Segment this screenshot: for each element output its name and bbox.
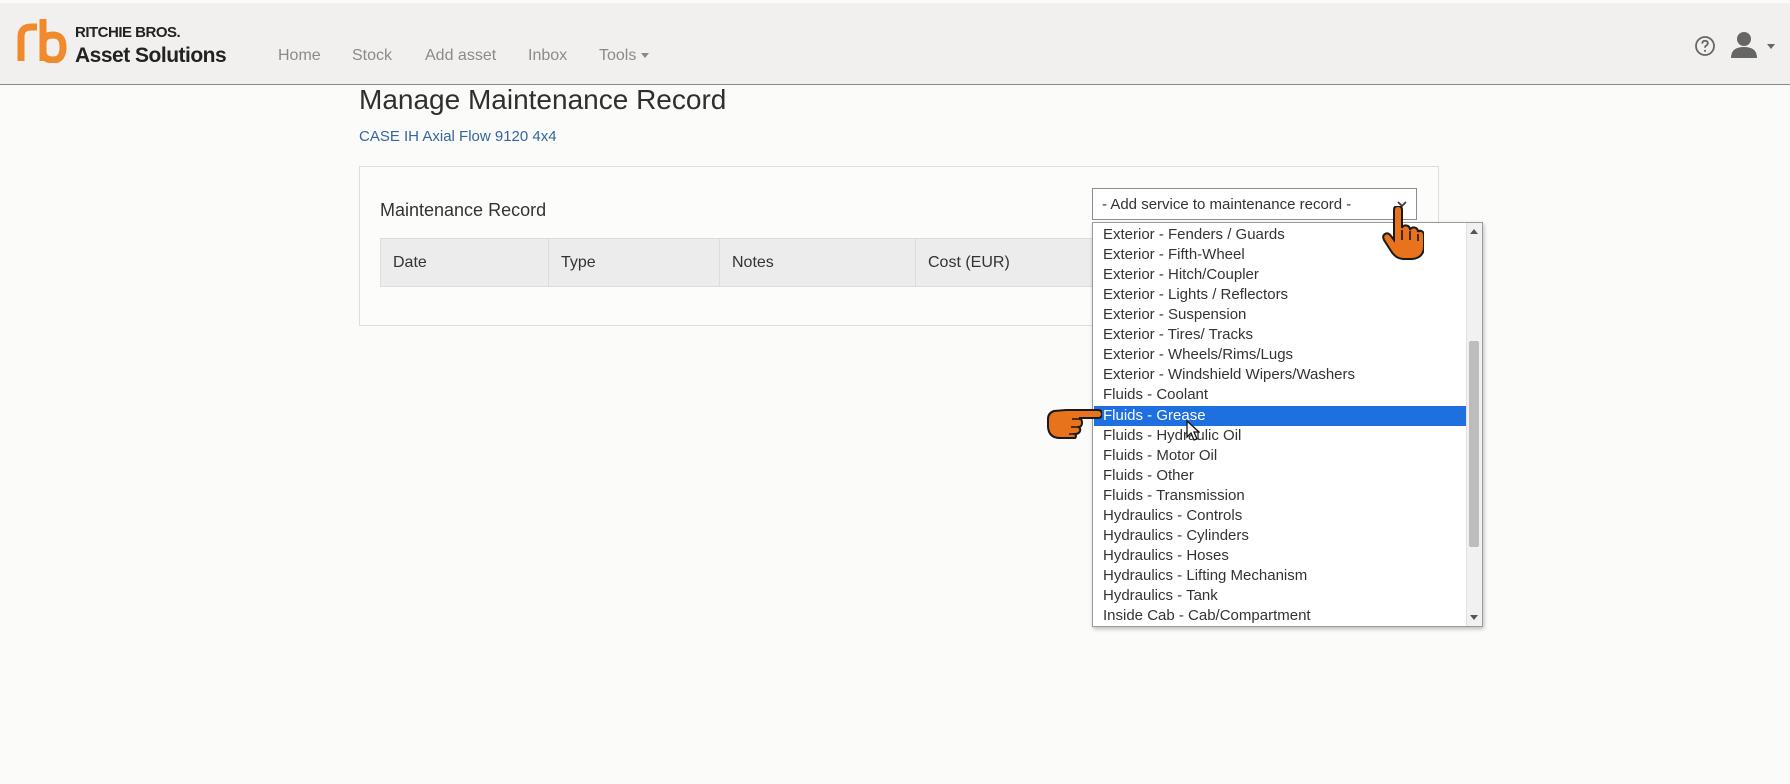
option-item[interactable]: Exterior - Hitch/Coupler bbox=[1094, 265, 1466, 285]
scroll-down-arrow-icon[interactable] bbox=[1470, 615, 1478, 620]
nav-tools[interactable]: Tools bbox=[599, 47, 650, 65]
option-item[interactable]: Hydraulics - Cylinders bbox=[1094, 526, 1466, 546]
help-circle-icon[interactable] bbox=[1694, 35, 1716, 57]
pointing-hand-icon bbox=[1047, 409, 1102, 439]
option-item[interactable]: Hydraulics - Controls bbox=[1094, 506, 1466, 526]
rb-logo-icon bbox=[17, 19, 67, 63]
brand-name-line1: RITCHIE BROS. bbox=[75, 24, 181, 41]
scroll-up-arrow-icon[interactable] bbox=[1470, 229, 1478, 234]
nav-home[interactable]: Home bbox=[278, 47, 321, 65]
option-item[interactable]: Hydraulics - Lifting Mechanism bbox=[1094, 566, 1466, 586]
option-item[interactable]: Hydraulics - Tank bbox=[1094, 586, 1466, 606]
top-navbar: RITCHIE BROS. Asset Solutions Home Stock… bbox=[0, 3, 1790, 85]
option-item[interactable]: Exterior - Lights / Reflectors bbox=[1094, 285, 1466, 305]
option-item[interactable]: Fluids - Coolant bbox=[1094, 385, 1466, 405]
option-item[interactable]: Exterior - Tires/ Tracks bbox=[1094, 325, 1466, 345]
card-title: Maintenance Record bbox=[380, 200, 547, 220]
option-item[interactable]: Fluids - Transmission bbox=[1094, 486, 1466, 506]
nav-stock[interactable]: Stock bbox=[352, 47, 392, 65]
service-options-listbox[interactable]: Exterior - Fenders / Guards Exterior - F… bbox=[1092, 222, 1483, 627]
add-service-select[interactable]: - Add service to maintenance record - bbox=[1092, 188, 1417, 220]
option-item-selected[interactable]: Fluids - Grease bbox=[1094, 406, 1466, 426]
column-header-type[interactable]: Type bbox=[549, 239, 720, 286]
option-item[interactable]: Fluids - Motor Oil bbox=[1094, 446, 1466, 466]
hand-cursor-icon bbox=[1382, 206, 1424, 260]
option-item[interactable]: Exterior - Suspension bbox=[1094, 305, 1466, 325]
brand-logo[interactable]: RITCHIE BROS. Asset Solutions bbox=[17, 17, 227, 67]
asset-name-link[interactable]: CASE IH Axial Flow 9120 4x4 bbox=[359, 128, 557, 145]
option-item[interactable]: Hydraulics - Hoses bbox=[1094, 546, 1466, 566]
option-item[interactable]: Exterior - Windshield Wipers/Washers bbox=[1094, 365, 1466, 385]
option-item[interactable]: Exterior - Wheels/Rims/Lugs bbox=[1094, 345, 1466, 365]
nav-tools-label: Tools bbox=[599, 47, 637, 64]
nav-add-asset[interactable]: Add asset bbox=[425, 47, 496, 65]
column-header-cost[interactable]: Cost (EUR) bbox=[916, 239, 1096, 286]
option-item[interactable]: Fluids - Other bbox=[1094, 466, 1466, 486]
nav-inbox[interactable]: Inbox bbox=[528, 47, 567, 65]
option-item[interactable]: Inside Cab - Cab/Compartment bbox=[1094, 606, 1466, 626]
column-header-notes[interactable]: Notes bbox=[720, 239, 916, 286]
select-placeholder: - Add service to maintenance record - bbox=[1102, 196, 1352, 213]
caret-down-icon bbox=[641, 53, 650, 59]
mouse-cursor-icon bbox=[1186, 420, 1200, 441]
option-item[interactable]: Fluids - Hydraulic Oil bbox=[1094, 426, 1466, 446]
brand-name-line2: Asset Solutions bbox=[75, 44, 227, 67]
user-icon[interactable] bbox=[1729, 30, 1777, 62]
listbox-scrollbar[interactable] bbox=[1466, 223, 1482, 626]
scrollbar-thumb[interactable] bbox=[1469, 341, 1479, 547]
page-title: Manage Maintenance Record bbox=[359, 84, 727, 115]
column-header-date[interactable]: Date bbox=[381, 239, 549, 286]
